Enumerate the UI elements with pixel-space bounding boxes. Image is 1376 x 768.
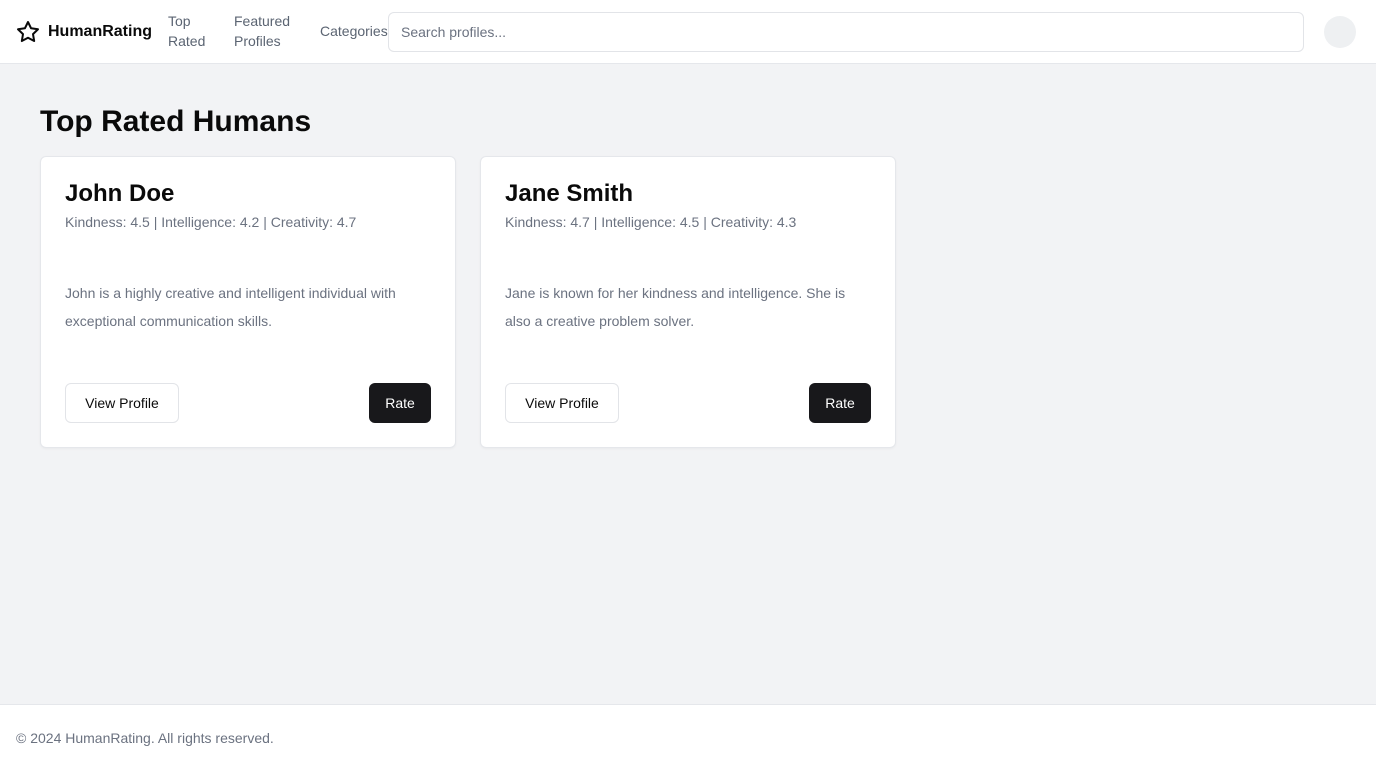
search-input[interactable] xyxy=(388,12,1304,52)
nav-top-rated[interactable]: Top Rated xyxy=(168,11,210,51)
profile-description: John is a highly creative and intelligen… xyxy=(65,285,396,329)
copyright-text: © 2024 HumanRating. All rights reserved. xyxy=(16,730,274,746)
brand-name: HumanRating xyxy=(48,23,152,40)
profile-description: Jane is known for her kindness and intel… xyxy=(505,285,846,329)
rate-button[interactable]: Rate xyxy=(809,383,871,423)
view-profile-button[interactable]: View Profile xyxy=(65,383,179,423)
page-footer: © 2024 HumanRating. All rights reserved. xyxy=(0,704,1376,768)
profile-ratings: Kindness: 4.5 | Intelligence: 4.2 | Crea… xyxy=(65,214,357,230)
profile-name: John Doe xyxy=(65,180,175,207)
top-header: HumanRating Top Rated Featured Profiles … xyxy=(0,0,1376,64)
nav-categories[interactable]: Categories xyxy=(320,11,388,51)
profile-ratings: Kindness: 4.7 | Intelligence: 4.5 | Crea… xyxy=(505,214,797,230)
user-avatar[interactable] xyxy=(1324,16,1356,48)
main-nav: Top Rated Featured Profiles Categories xyxy=(168,11,388,51)
star-icon xyxy=(16,20,40,44)
brand-logo[interactable]: HumanRating xyxy=(16,20,152,44)
profile-card-jane-smith: Jane Smith Kindness: 4.7 | Intelligence:… xyxy=(480,156,896,448)
view-profile-button[interactable]: View Profile xyxy=(505,383,619,423)
profile-card-john-doe: John Doe Kindness: 4.5 | Intelligence: 4… xyxy=(40,156,456,448)
page-title: Top Rated Humans xyxy=(40,105,312,138)
profile-cards: John Doe Kindness: 4.5 | Intelligence: 4… xyxy=(40,156,896,448)
profile-name: Jane Smith xyxy=(505,180,634,207)
rate-button[interactable]: Rate xyxy=(369,383,431,423)
nav-featured-profiles[interactable]: Featured Profiles xyxy=(234,11,296,51)
